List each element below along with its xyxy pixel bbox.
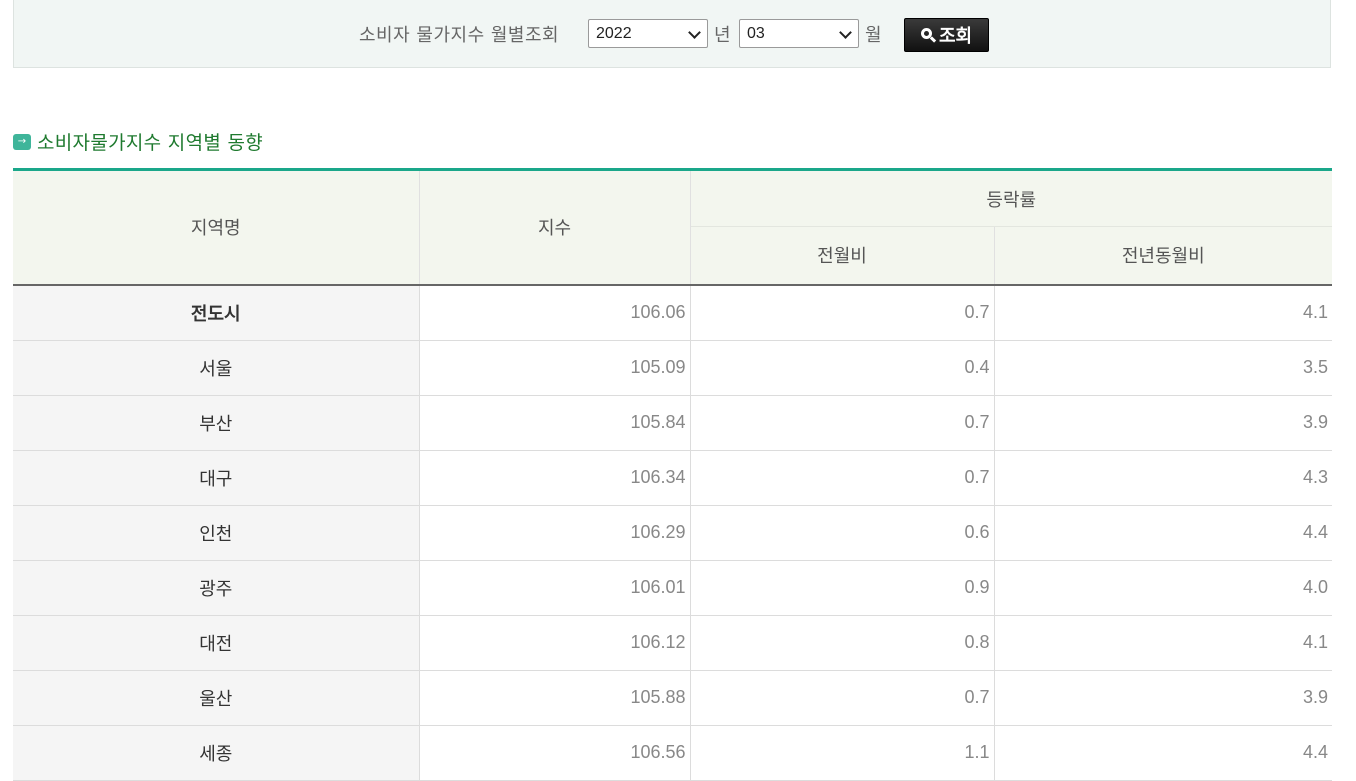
yoy-cell: 4.4 (994, 725, 1332, 781)
yoy-cell: 4.3 (994, 450, 1332, 506)
search-button[interactable]: 조회 (904, 18, 989, 52)
region-cell: 부산 (13, 395, 420, 451)
region-cell: 인천 (13, 505, 420, 561)
yoy-cell: 4.1 (994, 615, 1332, 671)
region-cell: 전도시 (13, 284, 420, 341)
table-body: 전도시 106.06 0.7 4.1 서울 105.09 0.4 3.5 부산 105.84 0.7… (13, 284, 1332, 781)
header-change: 등락률 (690, 169, 1332, 227)
search-bar: 소비자 물가지수 월별조회 2022 년 03 월 조회 (13, 0, 1331, 68)
table-row: 서울 105.09 0.4 3.5 (13, 340, 1332, 396)
yoy-cell: 3.5 (994, 340, 1332, 396)
index-cell: 105.09 (419, 340, 691, 396)
header-index: 지수 (419, 169, 691, 286)
mom-cell: 0.8 (690, 615, 995, 671)
table-row: 전도시 106.06 0.7 4.1 (13, 284, 1332, 341)
search-icon (920, 28, 937, 43)
index-cell: 106.06 (419, 284, 691, 341)
region-cell: 대전 (13, 615, 420, 671)
month-unit-label: 월 (865, 25, 882, 46)
index-cell: 106.34 (419, 450, 691, 506)
header-yoy: 전년동월비 (994, 226, 1332, 286)
yoy-cell: 4.4 (994, 505, 1332, 561)
mom-cell: 0.7 (690, 450, 995, 506)
table-row: 부산 105.84 0.7 3.9 (13, 395, 1332, 451)
index-cell: 106.56 (419, 725, 691, 781)
month-select[interactable]: 03 (739, 19, 859, 48)
year-select-value: 2022 (596, 25, 632, 42)
header-region: 지역명 (13, 169, 420, 286)
region-cell: 대구 (13, 450, 420, 506)
year-select[interactable]: 2022 (588, 19, 708, 48)
mom-cell: 0.9 (690, 560, 995, 616)
mom-cell: 0.7 (690, 395, 995, 451)
header-mom: 전월비 (689, 226, 995, 286)
index-cell: 106.12 (419, 615, 691, 671)
region-cell: 세종 (13, 725, 420, 781)
mom-cell: 0.7 (690, 284, 995, 341)
yoy-cell: 4.0 (994, 560, 1332, 616)
section-title-text: 소비자물가지수 지역별 동향 (37, 132, 264, 154)
index-cell: 105.88 (419, 670, 691, 726)
mom-cell: 0.4 (690, 340, 995, 396)
arrow-right-icon: → (13, 133, 31, 150)
mom-cell: 1.1 (690, 725, 995, 781)
yoy-cell: 3.9 (994, 395, 1332, 451)
yoy-cell: 3.9 (994, 670, 1332, 726)
table-row: 울산 105.88 0.7 3.9 (13, 670, 1332, 726)
search-label: 소비자 물가지수 월별조회 (359, 25, 560, 46)
section-title: → 소비자물가지수 지역별 동향 (13, 128, 263, 155)
cpi-region-table: 지역명 지수 등락률 전월비 전년동월비 전도시 106.06 0.7 4.1 서울 10… (13, 168, 1332, 781)
table-row: 세종 106.56 1.1 4.4 (13, 725, 1332, 781)
table-row: 대전 106.12 0.8 4.1 (13, 615, 1332, 671)
index-cell: 106.01 (419, 560, 691, 616)
search-button-label: 조회 (938, 26, 973, 47)
region-cell: 울산 (13, 670, 420, 726)
chevron-down-icon (688, 26, 701, 39)
mom-cell: 0.7 (690, 670, 995, 726)
index-cell: 106.29 (419, 505, 691, 561)
region-cell: 서울 (13, 340, 420, 396)
month-select-value: 03 (747, 25, 765, 42)
year-unit-label: 년 (714, 25, 731, 46)
table-row: 대구 106.34 0.7 4.3 (13, 450, 1332, 506)
table-row: 광주 106.01 0.9 4.0 (13, 560, 1332, 616)
table-row: 인천 106.29 0.6 4.4 (13, 505, 1332, 561)
yoy-cell: 4.1 (994, 284, 1332, 341)
index-cell: 105.84 (419, 395, 691, 451)
mom-cell: 0.6 (690, 505, 995, 561)
region-cell: 광주 (13, 560, 420, 616)
chevron-down-icon (839, 26, 852, 39)
